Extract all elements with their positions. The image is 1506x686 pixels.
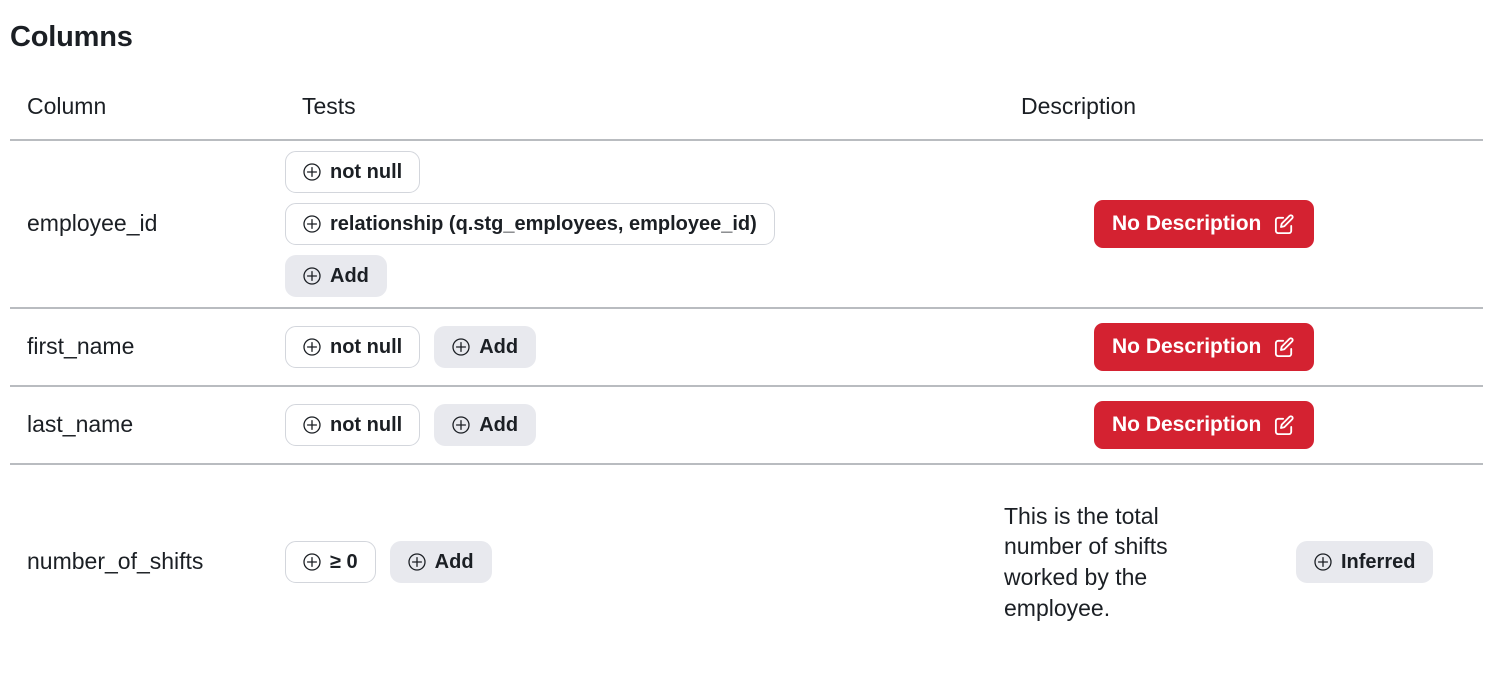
no-description-button[interactable]: No Description xyxy=(1094,323,1315,371)
table-row: first_name not null Add No Description xyxy=(10,309,1483,387)
test-badge-not-null[interactable]: not null xyxy=(285,404,421,446)
tests-list: not null Add xyxy=(285,326,1004,368)
no-description-button[interactable]: No Description xyxy=(1094,200,1315,248)
column-name: first_name xyxy=(27,333,135,360)
tests-list: ≥ 0 Add xyxy=(285,541,1004,583)
description-cell: No Description xyxy=(1004,323,1483,371)
test-badge-label: relationship (q.stg_employees, employee_… xyxy=(330,213,757,235)
plus-circle-icon xyxy=(408,553,426,571)
test-badge-label: not null xyxy=(330,336,403,358)
table-header-row: Column Tests Description xyxy=(10,80,1483,141)
no-description-button[interactable]: No Description xyxy=(1094,401,1315,449)
plus-circle-icon xyxy=(452,416,470,434)
page-title: Columns xyxy=(10,21,133,53)
column-name: last_name xyxy=(27,411,134,438)
description-text: This is the total number of shifts worke… xyxy=(1004,502,1168,621)
test-badge-label: ≥ 0 xyxy=(330,551,358,573)
plus-circle-icon xyxy=(452,338,470,356)
tests-list: not null relationship (q.stg_employees, … xyxy=(285,151,1004,297)
add-test-label: Add xyxy=(330,265,369,287)
test-badge-relationship[interactable]: relationship (q.stg_employees, employee_… xyxy=(285,203,775,245)
add-test-label: Add xyxy=(479,336,519,358)
add-test-label: Add xyxy=(434,551,474,573)
edit-square-icon xyxy=(1273,336,1296,359)
table-row: last_name not null Add No Description xyxy=(10,387,1483,465)
edit-square-icon xyxy=(1273,213,1296,236)
add-test-button[interactable]: Add xyxy=(285,255,387,297)
test-badge-label: not null xyxy=(330,161,403,183)
tests-cell: not null relationship (q.stg_employees, … xyxy=(285,151,1004,297)
header-description: Description xyxy=(1021,93,1137,119)
inferred-label: Inferred xyxy=(1341,551,1416,573)
column-name: number_of_shifts xyxy=(27,548,204,575)
add-test-button[interactable]: Add xyxy=(434,404,537,446)
header-column: Column xyxy=(27,93,107,119)
tests-cell: not null Add xyxy=(285,404,1004,446)
column-name: employee_id xyxy=(27,210,158,237)
plus-circle-icon xyxy=(303,416,321,434)
description-cell: This is the total number of shifts worke… xyxy=(1004,501,1483,623)
no-description-label: No Description xyxy=(1112,212,1262,236)
table-row: employee_id not null relationship (q.stg… xyxy=(10,141,1483,309)
columns-page: Columns Column Tests Description employe… xyxy=(0,0,1506,686)
add-test-button[interactable]: Add xyxy=(389,541,492,583)
edit-square-icon xyxy=(1273,414,1296,437)
description-cell: No Description xyxy=(1004,401,1483,449)
tests-list: not null Add xyxy=(285,404,1004,446)
no-description-label: No Description xyxy=(1112,335,1262,359)
plus-circle-icon xyxy=(303,215,321,233)
tests-cell: not null Add xyxy=(285,326,1004,368)
add-test-button[interactable]: Add xyxy=(434,326,537,368)
plus-circle-icon xyxy=(303,553,321,571)
test-badge-not-null[interactable]: not null xyxy=(285,326,421,368)
no-description-label: No Description xyxy=(1112,413,1262,437)
test-badge-not-null[interactable]: not null xyxy=(285,151,421,193)
plus-circle-icon xyxy=(303,267,321,285)
plus-circle-icon xyxy=(303,338,321,356)
header-tests: Tests xyxy=(302,93,356,119)
plus-circle-icon xyxy=(1314,553,1332,571)
columns-table: Column Tests Description employee_id not… xyxy=(10,80,1483,659)
test-badge-gte-zero[interactable]: ≥ 0 xyxy=(285,541,376,583)
tests-cell: ≥ 0 Add xyxy=(285,541,1004,583)
description-cell: No Description xyxy=(1004,200,1483,248)
inferred-wrap: Inferred xyxy=(1296,541,1434,583)
plus-circle-icon xyxy=(303,163,321,181)
table-row: number_of_shifts ≥ 0 Add This is the tot… xyxy=(10,465,1483,659)
inferred-badge[interactable]: Inferred xyxy=(1296,541,1434,583)
test-badge-label: not null xyxy=(330,414,403,436)
add-test-label: Add xyxy=(479,414,519,436)
